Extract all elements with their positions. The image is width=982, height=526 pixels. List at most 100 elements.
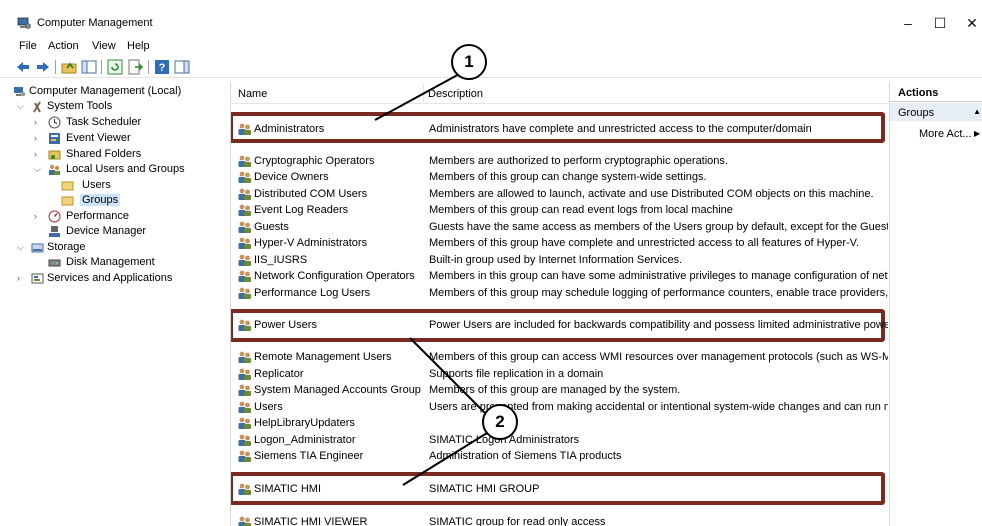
table-row[interactable]: Network Configuration Operators Members i…	[237, 268, 888, 284]
table-row[interactable]: Siemens TIA Engineer Administration of Si…	[237, 448, 887, 464]
chevron-down-icon[interactable]: ⌵	[17, 240, 27, 255]
group-description: Members of this group can access WMI res…	[429, 351, 888, 363]
column-header-description[interactable]: Description	[428, 88, 483, 100]
menu-action[interactable]: Action	[48, 40, 79, 52]
user-group-icon	[238, 270, 251, 282]
chevron-down-icon[interactable]: ⌵	[34, 162, 44, 177]
tree-label: Computer Management (Local)	[29, 85, 182, 97]
clock-icon	[48, 116, 61, 129]
tree-label: Disk Management	[66, 256, 155, 268]
users-group-icon	[49, 164, 60, 175]
table-row[interactable]: IIS_IUSRS Built-in group used by Internet…	[237, 252, 887, 268]
table-row[interactable]: Hyper-V Administrators Members of this gr…	[237, 235, 887, 251]
group-description: Supports file replication in a domain	[429, 368, 604, 380]
chevron-right-icon[interactable]: ›	[34, 115, 44, 130]
group-description: Members are allowed to launch, activate …	[429, 188, 874, 200]
table-row[interactable]: Event Log Readers Members of this group c…	[237, 202, 887, 218]
table-row[interactable]: Remote Management Users Members of this g…	[237, 349, 888, 365]
group-description: Members of this group can change system-…	[429, 171, 707, 183]
callout-1: 1	[451, 44, 487, 80]
user-group-icon	[238, 188, 251, 200]
back-arrow-icon[interactable]	[15, 59, 31, 75]
group-name: Administrators	[254, 123, 325, 135]
folder-icon	[61, 181, 74, 191]
user-group-icon	[238, 204, 251, 216]
up-folder-icon[interactable]	[61, 59, 77, 75]
group-description: Members in this group can have some admi…	[429, 270, 888, 282]
group-description: Members of this group may schedule loggi…	[429, 287, 888, 299]
table-row[interactable]: Performance Log Users Members of this gro…	[237, 285, 888, 301]
table-row[interactable]: Distributed COM Users Members are allowed…	[237, 186, 887, 202]
system-tools-icon	[33, 101, 41, 113]
refresh-icon[interactable]	[107, 59, 123, 75]
tree-label: Storage	[47, 241, 86, 253]
user-group-icon	[238, 123, 251, 135]
collapse-arrow-icon[interactable]: ▲	[973, 107, 981, 116]
group-name: Event Log Readers	[254, 204, 349, 216]
help-icon[interactable]: ?	[154, 59, 170, 75]
tree-label: Groups	[80, 194, 121, 206]
group-name: Guests	[254, 221, 289, 233]
user-group-icon	[238, 155, 251, 167]
table-row[interactable]: Cryptographic Operators Members are autho…	[237, 153, 887, 169]
table-row[interactable]: Replicator Supports file replication in a…	[237, 366, 887, 382]
chevron-down-icon[interactable]: ⌵	[17, 99, 27, 114]
table-row[interactable]: Users Users are prevented from making acc…	[237, 399, 888, 415]
event-viewer-icon	[49, 133, 60, 144]
user-group-icon	[238, 483, 251, 495]
minimize-button[interactable]: –	[896, 14, 920, 32]
menu-help[interactable]: Help	[127, 40, 150, 52]
column-divider[interactable]	[423, 84, 424, 102]
group-description: Members of this group are managed by the…	[429, 384, 681, 396]
tree-label: Performance	[66, 210, 129, 222]
properties-view-icon[interactable]	[174, 59, 190, 75]
maximize-button[interactable]: ☐	[928, 14, 952, 32]
close-button[interactable]: ✕	[960, 14, 982, 32]
group-description: Guests have the same access as members o…	[429, 221, 888, 233]
actions-group-groups[interactable]: Groups ▲	[890, 103, 982, 121]
submenu-arrow-icon[interactable]: ▶	[974, 129, 980, 138]
chevron-right-icon[interactable]: ›	[34, 131, 44, 146]
column-header-name[interactable]: Name	[238, 88, 267, 100]
actions-pane: Actions Groups ▲ More Act... ▶	[889, 82, 982, 526]
user-group-icon	[238, 221, 251, 233]
table-row[interactable]: HelpLibraryUpdaters	[237, 415, 887, 431]
actions-header: Actions	[890, 82, 982, 102]
chevron-right-icon[interactable]: ›	[34, 209, 44, 224]
menu-file[interactable]: File	[19, 40, 37, 52]
user-group-icon	[238, 368, 251, 380]
tree-label: Users	[82, 179, 111, 191]
table-row[interactable]: Administrators Administrators have comple…	[237, 121, 887, 137]
table-row[interactable]: Guests Guests have the same access as mem…	[237, 219, 888, 235]
group-name: Performance Log Users	[254, 287, 371, 299]
table-row[interactable]: Logon_Administrator SIMATIC Logon Adminis…	[237, 432, 887, 448]
window-title: Computer Management	[37, 17, 153, 29]
user-group-icon	[238, 384, 251, 396]
show-hide-tree-icon[interactable]	[81, 59, 97, 75]
computer-management-icon	[14, 87, 26, 97]
more-actions-link[interactable]: More Act...	[919, 128, 972, 140]
services-icon	[31, 273, 44, 284]
title-bar: Computer Management – ☐ ✕	[0, 0, 982, 36]
chevron-right-icon[interactable]: ›	[34, 147, 44, 162]
table-row[interactable]: Power Users Power Users are included for …	[237, 317, 888, 333]
group-description: Power Users are included for backwards c…	[429, 319, 888, 331]
chevron-right-icon[interactable]: ›	[17, 271, 27, 286]
group-description: Members are authorized to perform crypto…	[429, 155, 728, 167]
group-name: Network Configuration Operators	[254, 270, 415, 282]
folder-icon	[61, 196, 74, 206]
computer-management-icon	[17, 17, 31, 29]
forward-arrow-icon[interactable]	[35, 59, 51, 75]
table-row[interactable]: SIMATIC HMI VIEWER SIMATIC group for read…	[237, 514, 887, 526]
menu-view[interactable]: View	[92, 40, 116, 52]
table-row[interactable]: Device Owners Members of this group can c…	[237, 169, 887, 185]
table-row[interactable]: SIMATIC HMI SIMATIC HMI GROUP	[237, 481, 887, 497]
navigation-tree: Computer Management (Local) ⌵ System Too…	[9, 82, 231, 526]
group-description: Administrators have complete and unrestr…	[429, 123, 812, 135]
performance-icon	[48, 210, 61, 223]
disk-icon	[48, 259, 61, 267]
export-list-icon[interactable]	[127, 59, 143, 75]
toolbar-separator	[101, 60, 102, 74]
group-name: Logon_Administrator	[254, 434, 356, 446]
table-row[interactable]: System Managed Accounts Group Members of …	[237, 382, 887, 398]
